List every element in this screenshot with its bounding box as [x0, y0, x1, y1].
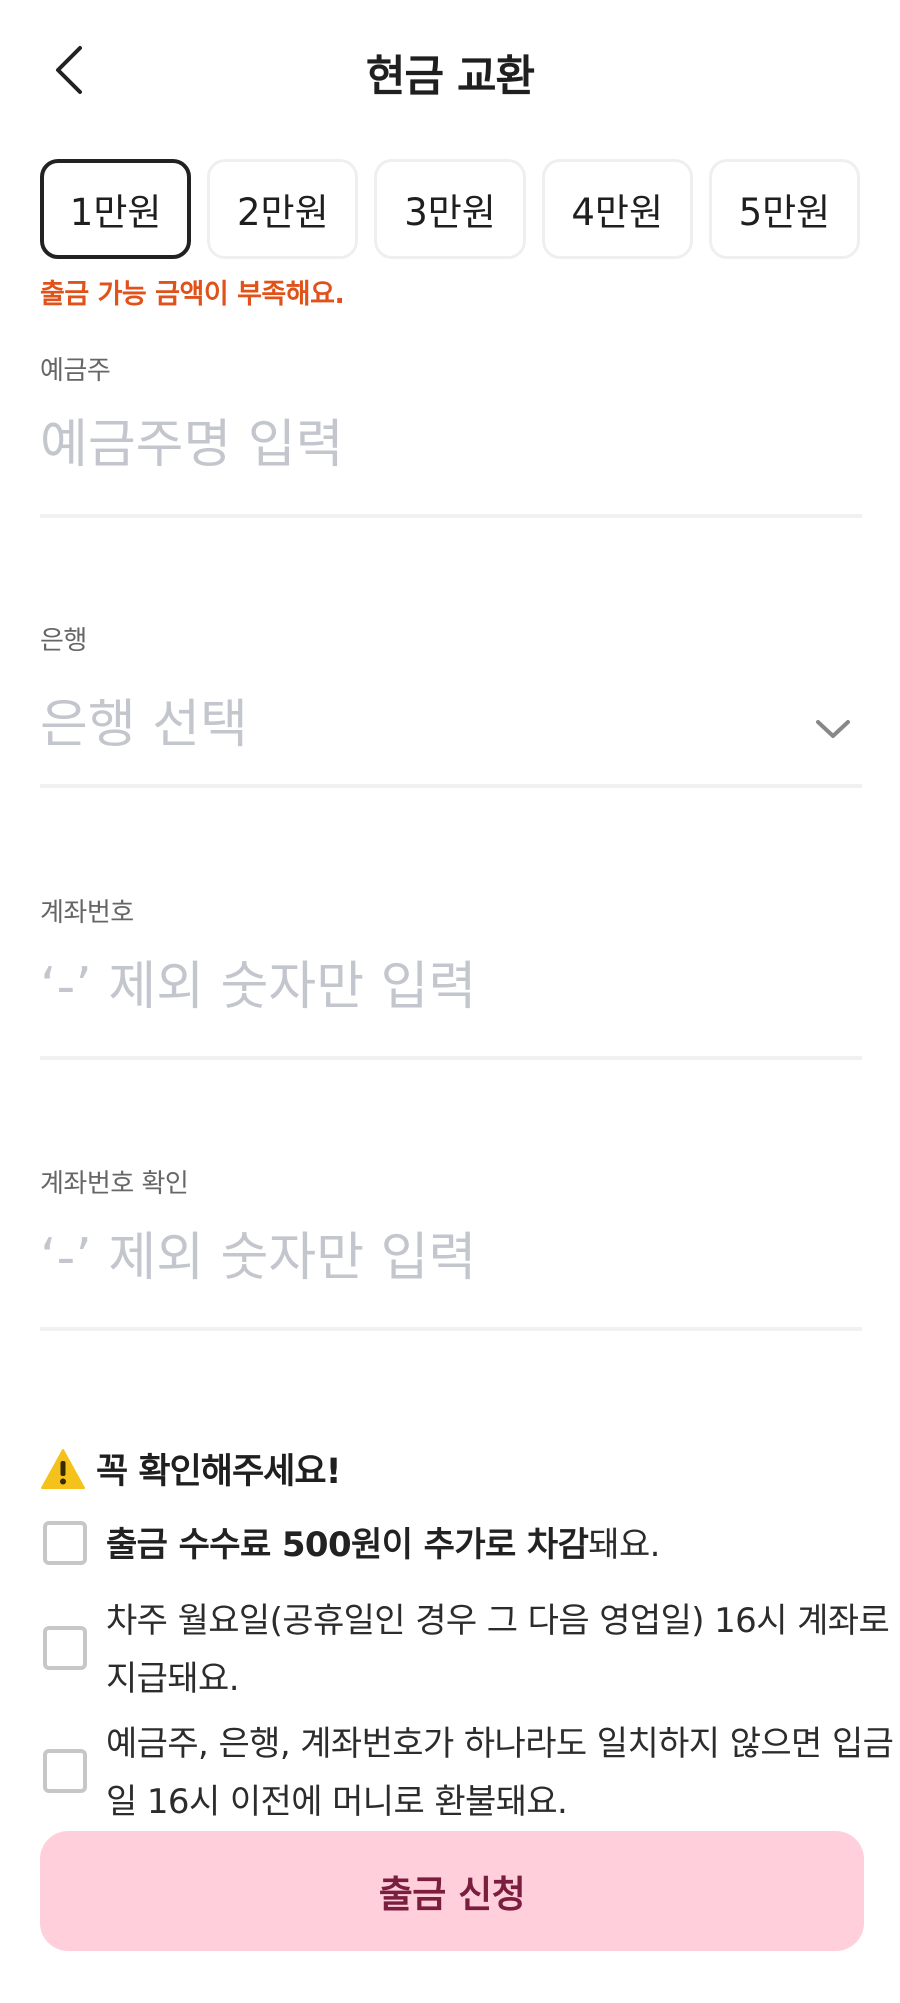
- notice-heading: 꼭 확인해주세요!: [40, 1443, 342, 1494]
- holder-field: 예금주: [40, 350, 862, 520]
- bank-underline: [40, 784, 862, 788]
- insufficient-balance-error: 출금 가능 금액이 부족해요.: [40, 279, 345, 310]
- account-label: 계좌번호: [40, 898, 134, 928]
- amount-chip-50000[interactable]: 5만원: [708, 159, 861, 259]
- fee-text-bold: 출금 수수료 500원이 추가로 차감: [106, 1525, 589, 1565]
- holder-label: 예금주: [40, 356, 111, 386]
- account-confirm-underline: [40, 1327, 862, 1331]
- notice-item-refund: 예금주, 은행, 계좌번호가 하나라도 일치하지 않으면 입금일 16시 이전에…: [40, 1715, 894, 1831]
- withdraw-request-button[interactable]: 출금 신청: [40, 1831, 864, 1951]
- account-confirm-label: 계좌번호 확인: [40, 1169, 189, 1199]
- refund-checkbox[interactable]: [43, 1749, 87, 1793]
- refund-text: 예금주, 은행, 계좌번호가 하나라도 일치하지 않으면 입금일 16시 이전에…: [106, 1724, 894, 1822]
- bank-label: 은행: [40, 626, 87, 656]
- cash-exchange-page: 현금 교환 1만원 2만원 3만원 4만원 5만원 출금 가능 금액이 부족해요…: [0, 0, 900, 2003]
- warning-icon: [41, 1448, 85, 1489]
- notice-item-payment-date: 차주 월요일(공휴일인 경우 그 다음 영업일) 16시 계좌로 지급돼요.: [40, 1592, 890, 1708]
- holder-underline: [40, 514, 862, 518]
- amount-chip-40000[interactable]: 4만원: [541, 159, 693, 259]
- fee-text-rest: 돼요.: [588, 1525, 660, 1565]
- account-field: 계좌번호: [40, 892, 862, 1062]
- payment-date-text: 차주 월요일(공휴일인 경우 그 다음 영업일) 16시 계좌로 지급돼요.: [106, 1601, 890, 1699]
- bank-field[interactable]: 은행 은행 선택: [40, 620, 862, 790]
- page-title: 현금 교환: [365, 52, 535, 102]
- holder-input[interactable]: [40, 400, 862, 490]
- account-confirm-input[interactable]: [40, 1213, 862, 1303]
- payment-date-checkbox[interactable]: [43, 1626, 87, 1670]
- bank-select[interactable]: 은행 선택: [40, 682, 248, 757]
- amount-chip-30000[interactable]: 3만원: [374, 159, 526, 259]
- account-input[interactable]: [40, 942, 862, 1032]
- amount-selector: 1만원 2만원 3만원 4만원 5만원: [40, 159, 861, 259]
- notice-item-fee: 출금 수수료 500원이 추가로 차감돼요.: [40, 1516, 870, 1576]
- notice-title: 꼭 확인해주세요!: [96, 1452, 342, 1492]
- amount-chip-10000[interactable]: 1만원: [40, 159, 192, 259]
- header: 현금 교환: [0, 0, 900, 140]
- account-underline: [40, 1056, 862, 1060]
- amount-chip-20000[interactable]: 2만원: [207, 159, 359, 259]
- account-confirm-field: 계좌번호 확인: [40, 1163, 862, 1333]
- fee-text: 출금 수수료 500원이 추가로 차감돼요.: [106, 1516, 896, 1574]
- chevron-down-icon[interactable]: [814, 716, 852, 742]
- fee-checkbox[interactable]: [43, 1521, 87, 1565]
